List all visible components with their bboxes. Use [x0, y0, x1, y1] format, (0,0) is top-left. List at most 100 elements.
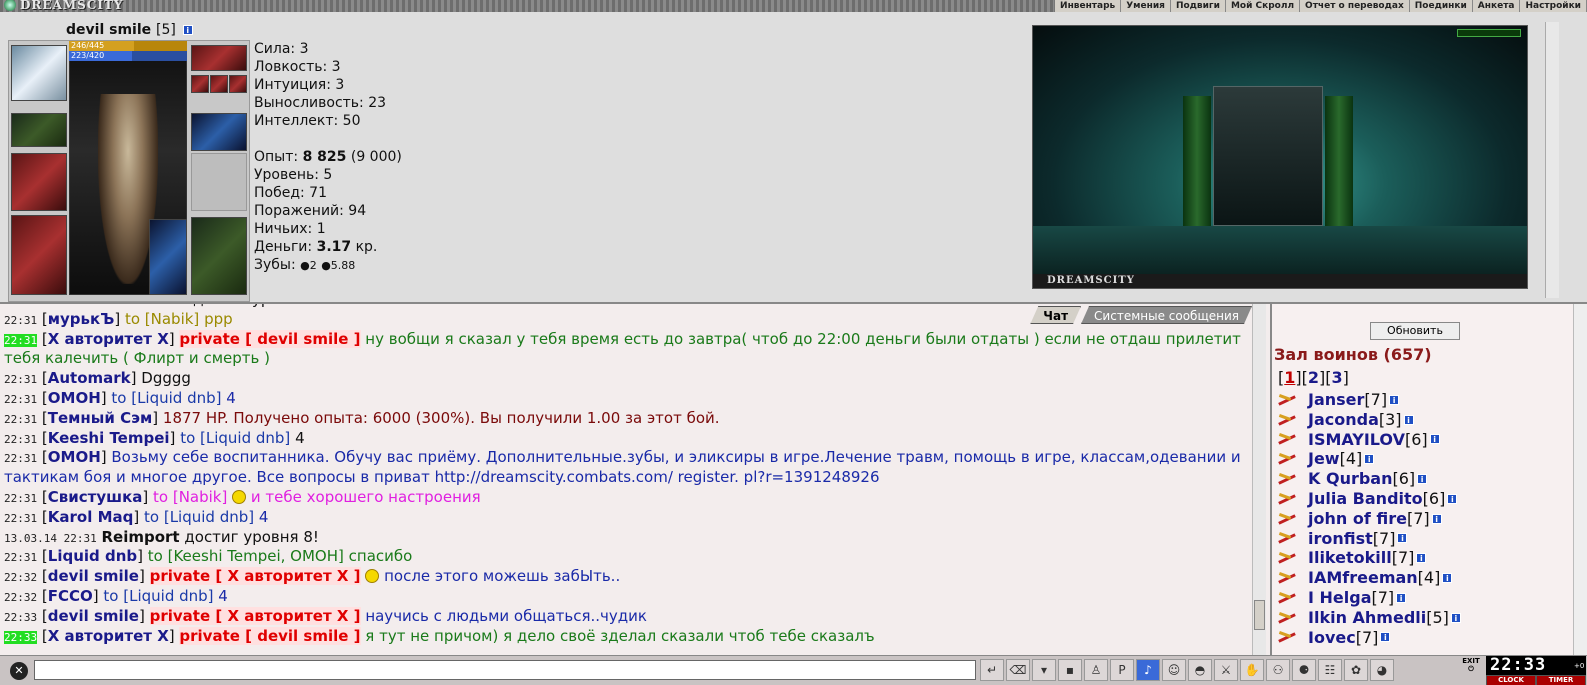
message-nick[interactable]: Свистушка — [48, 488, 143, 506]
refresh-button[interactable]: Обновить — [1370, 322, 1460, 340]
message-recipient[interactable]: to [Nabik] — [153, 488, 227, 506]
message-nick[interactable]: ОМОН — [48, 448, 101, 466]
message-nick[interactable]: ОМОН — [48, 389, 101, 407]
ring-slot-3[interactable] — [229, 75, 247, 93]
info-icon[interactable]: i — [1417, 474, 1428, 485]
upper-scrollbar[interactable] — [1545, 22, 1559, 298]
battle-icon[interactable] — [1276, 611, 1298, 625]
battle-icon[interactable] — [1276, 393, 1298, 407]
private-tag[interactable]: private [ devil smile ] — [179, 626, 361, 645]
armor-slot[interactable] — [11, 215, 67, 295]
info-icon[interactable]: i — [1429, 434, 1440, 445]
private-tag[interactable]: private [ devil smile ] — [179, 329, 361, 348]
battle-icon[interactable] — [1276, 492, 1298, 506]
player-name[interactable]: I Helga — [1308, 588, 1372, 608]
info-icon[interactable]: i — [1431, 513, 1442, 524]
tab-system-messages[interactable]: Системные сообщения — [1081, 306, 1252, 324]
send-icon[interactable]: ↵ — [980, 659, 1004, 681]
info-icon[interactable]: i — [1450, 612, 1461, 623]
menu-skills[interactable]: Умения — [1121, 0, 1171, 12]
timer-button[interactable]: TIMER — [1536, 675, 1586, 685]
earring-slot[interactable] — [191, 45, 247, 71]
room-scrollbar[interactable] — [1573, 304, 1587, 655]
exit-button[interactable]: EXIT ⏻ — [1462, 657, 1480, 683]
eraser-icon[interactable]: ⌫ — [1006, 659, 1030, 681]
menu-transfer-report[interactable]: Отчет о переводах — [1300, 0, 1410, 12]
message-recipient[interactable]: to [Liquid dnb] — [144, 508, 254, 526]
clear-icon[interactable]: ✕ — [10, 662, 28, 680]
info-icon[interactable]: i — [1364, 454, 1375, 465]
battle-icon[interactable] — [1276, 571, 1298, 585]
message-nick[interactable]: Reimport — [102, 528, 180, 546]
dog-icon[interactable]: ◕ — [1370, 659, 1394, 681]
helmet-slot[interactable] — [11, 45, 67, 101]
message-nick[interactable]: X авторитет X — [48, 330, 169, 348]
message-nick[interactable]: Automark — [48, 369, 131, 387]
private-tag[interactable]: private [ X авторитет X ] — [149, 567, 361, 586]
menu-my-scroll[interactable]: Мой Скролл — [1226, 0, 1301, 12]
info-icon[interactable]: i — [182, 25, 193, 35]
battle-icon[interactable] — [1276, 531, 1298, 545]
page-link-3[interactable]: 3 — [1332, 368, 1343, 387]
filter-icon[interactable]: ▾ — [1032, 659, 1056, 681]
info-icon[interactable]: i — [1380, 632, 1391, 643]
player-name[interactable]: john of fire — [1308, 509, 1407, 529]
message-recipient[interactable]: to [Liquid dnb] — [103, 587, 213, 605]
player-name[interactable]: Janser — [1308, 390, 1364, 410]
save-icon[interactable]: ▪ — [1058, 659, 1082, 681]
battle-icon[interactable] — [1276, 512, 1298, 526]
gloves-slot[interactable] — [191, 113, 247, 151]
pants-slot[interactable] — [191, 217, 247, 295]
hand-icon[interactable]: ✋ — [1240, 659, 1264, 681]
chat-scroll-thumb[interactable] — [1254, 600, 1265, 630]
location-scene[interactable]: DREAMSCITY — [1032, 25, 1528, 289]
info-icon[interactable]: i — [1403, 414, 1414, 425]
person-icon[interactable]: ♙ — [1084, 659, 1108, 681]
music-icon[interactable]: ♪ — [1136, 659, 1160, 681]
info-icon[interactable]: i — [1442, 573, 1453, 584]
page-link-2[interactable]: 2 — [1308, 368, 1319, 387]
message-nick[interactable]: Karol Maq — [48, 508, 134, 526]
bear-icon[interactable]: ⚈ — [1292, 659, 1316, 681]
info-icon[interactable]: i — [1396, 592, 1407, 603]
shield-slot[interactable] — [191, 153, 247, 211]
orb-slot[interactable] — [149, 219, 187, 295]
clock-button[interactable]: CLOCK — [1486, 675, 1536, 685]
weapon-slot[interactable] — [11, 153, 67, 211]
menu-achievements[interactable]: Подвиги — [1171, 0, 1226, 12]
menu-profile[interactable]: Анкета — [1473, 0, 1521, 12]
info-icon[interactable]: i — [1416, 553, 1427, 564]
users-icon[interactable]: ☷ — [1318, 659, 1342, 681]
message-recipient[interactable]: to [Liquid dnb] — [111, 389, 221, 407]
chat-input[interactable] — [34, 660, 976, 680]
player-name[interactable]: Iliketokill — [1308, 548, 1392, 568]
smiley-icon[interactable]: ☺ — [1162, 659, 1186, 681]
player-name[interactable]: Jew — [1308, 449, 1340, 469]
paw-icon[interactable]: ✿ — [1344, 659, 1368, 681]
character-name[interactable]: devil smile [5] i — [66, 22, 193, 38]
menu-inventory[interactable]: Инвентарь — [1055, 0, 1122, 12]
info-icon[interactable]: i — [1389, 394, 1400, 405]
player-name[interactable]: Iovec — [1308, 628, 1356, 648]
battle-icon[interactable] — [1276, 413, 1298, 427]
message-nick[interactable]: Темный Сэм — [48, 409, 153, 427]
amulet-slot[interactable] — [11, 113, 67, 147]
group-icon[interactable]: ⚇ — [1266, 659, 1290, 681]
message-nick[interactable]: X авторитет X — [48, 627, 169, 645]
info-icon[interactable]: i — [1397, 533, 1408, 544]
battle-icon[interactable] — [1276, 452, 1298, 466]
message-nick[interactable]: devil smile — [48, 607, 139, 625]
translit-icon[interactable]: P — [1110, 659, 1134, 681]
menu-duels[interactable]: Поединки — [1410, 0, 1473, 12]
info-icon[interactable]: i — [1447, 493, 1458, 504]
weapon-icon[interactable]: ⚔ — [1214, 659, 1238, 681]
battle-icon[interactable] — [1276, 472, 1298, 486]
battle-icon[interactable] — [1276, 432, 1298, 446]
battle-icon[interactable] — [1276, 551, 1298, 565]
player-name[interactable]: K Qurban — [1308, 469, 1393, 489]
message-nick[interactable]: Volwebnik — [102, 304, 189, 308]
player-name[interactable]: Ilkin Ahmedli — [1308, 608, 1426, 628]
player-name[interactable]: ironfist — [1308, 529, 1373, 549]
ring-slot-2[interactable] — [210, 75, 228, 93]
message-nick[interactable]: devil smile — [48, 567, 139, 585]
